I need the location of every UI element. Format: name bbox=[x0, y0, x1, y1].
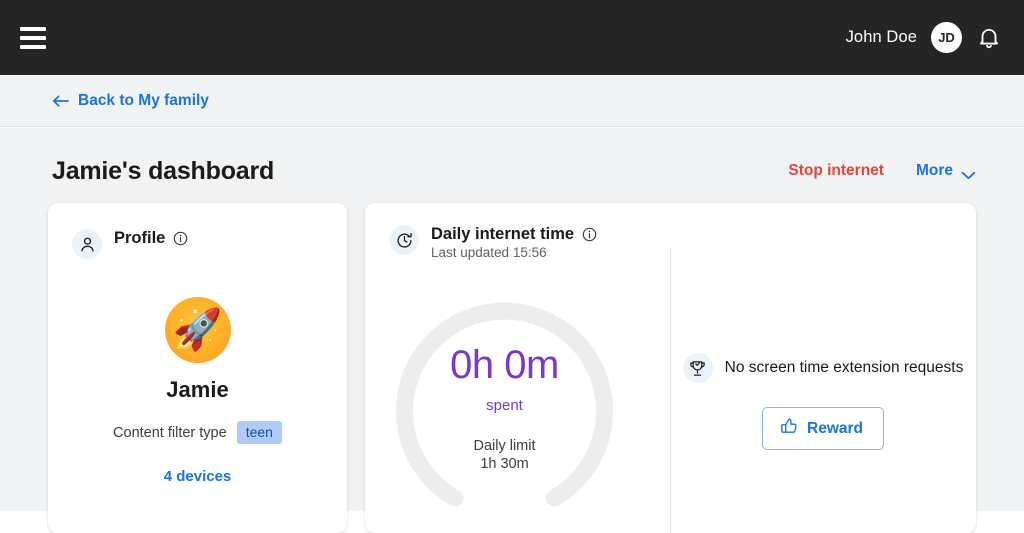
daily-limit-value: 1h 30m bbox=[480, 456, 529, 472]
daily-time-card-title: Daily internet time bbox=[431, 225, 575, 243]
top-navigation-bar: John Doe JD bbox=[0, 0, 1024, 75]
hamburger-bar bbox=[20, 35, 46, 40]
back-to-my-family-link[interactable]: Back to My family bbox=[52, 92, 209, 110]
extension-requests-row: No screen time extension requests bbox=[682, 353, 964, 383]
thumbs-up-icon bbox=[780, 417, 798, 440]
dashboard-page: Jamie's dashboard Stop internet More Pro… bbox=[0, 128, 1024, 533]
breadcrumb: Back to My family bbox=[0, 75, 1024, 127]
stop-internet-button[interactable]: Stop internet bbox=[788, 162, 884, 180]
chevron-down-icon bbox=[961, 167, 976, 179]
daily-time-title-row: Daily internet time bbox=[431, 225, 597, 244]
profile-card-header: Profile bbox=[72, 229, 323, 259]
clock-history-icon bbox=[389, 225, 419, 255]
hamburger-bar bbox=[20, 44, 46, 49]
topbar-user-area: John Doe JD bbox=[846, 22, 1002, 53]
user-name-label: John Doe bbox=[845, 28, 917, 46]
devices-link[interactable]: 4 devices bbox=[72, 468, 323, 485]
content-filter-label: Content filter type bbox=[113, 424, 227, 441]
card-divider bbox=[670, 249, 671, 533]
profile-title-row: Profile bbox=[114, 229, 188, 248]
back-link-label: Back to My family bbox=[78, 91, 209, 109]
reward-button-label: Reward bbox=[807, 419, 863, 437]
profile-card-title: Profile bbox=[114, 229, 166, 247]
arrow-left-icon bbox=[52, 94, 69, 108]
gauge-center-content: 0h 0m spent Daily limit 1h 30m bbox=[387, 273, 622, 518]
page-header: Jamie's dashboard Stop internet More bbox=[52, 150, 976, 192]
profile-card-body: Profile 🚀 Jamie Content filter type teen… bbox=[48, 203, 347, 485]
gauge-value-caption: spent bbox=[486, 397, 523, 414]
child-name: Jamie bbox=[166, 377, 229, 402]
trophy-check-icon bbox=[682, 353, 713, 383]
rocket-emoji-avatar: 🚀 bbox=[164, 297, 231, 363]
info-icon[interactable] bbox=[582, 227, 597, 242]
daily-internet-time-card: Daily internet time Last updated 15:56 0… bbox=[365, 203, 976, 533]
daily-time-gauge: 0h 0m spent Daily limit 1h 30m bbox=[387, 273, 622, 518]
page-header-actions: Stop internet More bbox=[788, 162, 976, 180]
profile-card: Profile 🚀 Jamie Content filter type teen… bbox=[48, 203, 347, 533]
last-updated-label: Last updated 15:56 bbox=[431, 245, 547, 260]
hamburger-bar bbox=[20, 26, 46, 31]
status-badge: teen bbox=[236, 421, 282, 444]
bell-icon[interactable] bbox=[976, 25, 1002, 51]
content-filter-row: Content filter type teen bbox=[72, 421, 323, 444]
daily-time-title-block: Daily internet time Last updated 15:56 bbox=[431, 225, 597, 260]
avatar[interactable]: JD bbox=[931, 22, 962, 53]
gauge-value: 0h 0m bbox=[450, 343, 559, 387]
daily-time-gauge-section: Daily internet time Last updated 15:56 0… bbox=[365, 203, 670, 533]
extension-requests-text: No screen time extension requests bbox=[724, 359, 964, 376]
more-label: More bbox=[915, 162, 953, 179]
extension-requests-section: No screen time extension requests Reward bbox=[670, 203, 976, 533]
dashboard-cards: Profile 🚀 Jamie Content filter type teen… bbox=[48, 203, 976, 533]
reward-button[interactable]: Reward bbox=[762, 407, 884, 450]
info-icon[interactable] bbox=[173, 231, 188, 246]
daily-limit-label: Daily limit bbox=[473, 438, 536, 454]
person-icon bbox=[72, 229, 102, 259]
hamburger-menu-icon[interactable] bbox=[20, 26, 46, 49]
avatar-glyph: 🚀 bbox=[172, 308, 223, 352]
more-button[interactable]: More bbox=[916, 162, 976, 180]
page-title: Jamie's dashboard bbox=[52, 156, 275, 185]
daily-time-card-header: Daily internet time Last updated 15:56 bbox=[389, 225, 670, 260]
